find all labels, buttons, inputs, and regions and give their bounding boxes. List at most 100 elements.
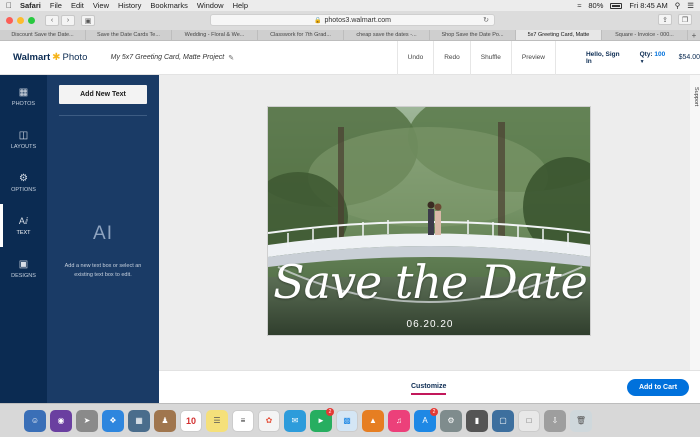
browser-tab[interactable]: Shop Save the Date Po... [430, 30, 516, 40]
shuffle-button[interactable]: Shuffle [469, 40, 511, 75]
support-tab[interactable]: Support [690, 75, 700, 370]
photo-viewer-icon[interactable]: ▦ [128, 409, 150, 432]
browser-tab[interactable]: Square - Invoice - 000... [602, 30, 688, 40]
text-icon: Aⅈ [18, 215, 29, 226]
close-window-button[interactable] [6, 17, 13, 24]
browser-tab[interactable]: Discount Save the Date... [0, 30, 86, 40]
sidebar-item-text[interactable]: Aⅈ TEXT [0, 204, 47, 247]
browser-tab[interactable]: cheap save the dates -... [344, 30, 430, 40]
app-store-badge: 2 [430, 407, 438, 416]
walmart-photo-logo[interactable]: Walmart ✱ Photo [0, 52, 111, 63]
browser-tab-active[interactable]: 5x7 Greeting Card, Matte [516, 30, 602, 40]
spotlight-icon[interactable]: ⚲ [675, 1, 681, 10]
menu-file[interactable]: File [50, 1, 62, 10]
browser-tab[interactable]: Save the Date Cards Te... [86, 30, 172, 40]
preview-icon[interactable]: ▢ [492, 409, 514, 432]
text-panel-hint: Add a new text box or select an existing… [64, 263, 142, 278]
terminal-icon[interactable]: ▮ [466, 409, 488, 432]
sidebar-toggle-icon[interactable]: ▣ [81, 15, 95, 26]
sidebar-item-photos[interactable]: ▦ PHOTOS [0, 75, 47, 118]
preview-button[interactable]: Preview [510, 40, 556, 75]
card-headline[interactable]: Save the Date [268, 255, 590, 309]
address-url: photos3.walmart.com [324, 16, 391, 24]
sidebar-item-label: PHOTOS [11, 100, 36, 107]
menu-app-name[interactable]: Safari [20, 1, 41, 10]
lock-icon: 🔒 [313, 17, 322, 24]
reload-icon[interactable]: ↻ [483, 16, 489, 24]
project-name-text: My 5x7 Greeting Card, Matte Project [110, 54, 225, 61]
menu-edit[interactable]: Edit [71, 1, 84, 10]
greeting-card-preview[interactable]: Save the Date 06.20.20 [267, 106, 591, 336]
menu-history[interactable]: History [118, 1, 141, 10]
spark-icon: ✱ [52, 52, 61, 63]
add-new-text-button[interactable]: Add New Text [59, 85, 147, 104]
redo-button[interactable]: Redo [433, 40, 470, 75]
menu-bookmarks[interactable]: Bookmarks [150, 1, 188, 10]
bottom-bar: Customize Add to Cart [159, 370, 700, 403]
share-icon[interactable]: ⇪ [658, 14, 672, 25]
address-bar[interactable]: 🔒 photos3.walmart.com ↻ [210, 14, 495, 26]
sign-in-link[interactable]: Hello, Sign In [586, 51, 627, 65]
battery-icon[interactable] [610, 2, 623, 9]
messages-badge: 2 [326, 407, 334, 416]
facetime-icon[interactable]: ► 2 [310, 407, 334, 432]
menu-window[interactable]: Window [197, 1, 224, 10]
menu-view[interactable]: View [93, 1, 109, 10]
project-name[interactable]: My 5x7 Greeting Card, Matte Project ✎ [111, 54, 397, 62]
forward-button[interactable]: › [61, 15, 75, 26]
layouts-icon: ◫ [18, 129, 29, 141]
apple-icon[interactable]:  [6, 1, 12, 10]
mac-dock: ☺ ◉ ➤ ❖ ▦ ♟ 10 ☰ ≡ ✿ ✉ ► 2 ▩ ▲ ♫ A2 ⚙ ▮ ▢… [0, 403, 700, 437]
launchpad-icon[interactable]: ➤ [76, 409, 98, 432]
minimize-window-button[interactable] [17, 17, 24, 24]
app-store-icon[interactable]: A2 [414, 407, 438, 432]
undo-button[interactable]: Undo [396, 40, 434, 75]
new-tab-icon[interactable]: + [688, 30, 700, 40]
price-label: $54.00 [678, 54, 700, 61]
quantity-selector[interactable]: Qty: 100 ▼ [640, 51, 672, 65]
numbers-icon[interactable]: ▩ [336, 409, 358, 432]
customize-tab[interactable]: Customize [411, 383, 447, 395]
documents-icon[interactable]: □ [518, 409, 540, 432]
messages-icon[interactable]: ✉ [284, 409, 306, 432]
window-controls [6, 17, 35, 24]
battery-percent: 80% [588, 1, 604, 10]
panel-divider [59, 115, 147, 116]
add-to-cart-button[interactable]: Add to Cart [627, 379, 689, 396]
calendar-icon[interactable]: 10 [180, 409, 202, 432]
sidebar-item-layouts[interactable]: ◫ LAYOUTS [0, 118, 47, 161]
pencil-icon[interactable]: ✎ [228, 54, 234, 62]
sidebar-item-label: TEXT [16, 229, 31, 236]
menu-help[interactable]: Help [233, 1, 248, 10]
browser-tab[interactable]: Wedding - Floral & We... [172, 30, 258, 40]
sidebar-item-designs[interactable]: ▣ DESIGNS [0, 247, 47, 290]
safari-icon[interactable]: ❖ [102, 409, 124, 432]
sidebar-item-label: LAYOUTS [10, 143, 37, 150]
zoom-window-button[interactable] [28, 17, 35, 24]
notes-icon[interactable]: ☰ [206, 409, 228, 432]
back-button[interactable]: ‹ [45, 15, 59, 26]
qty-value: 100 [654, 50, 666, 58]
tabs-overview-icon[interactable]: ❐ [678, 14, 692, 25]
contacts-icon[interactable]: ♟ [154, 409, 176, 432]
wifi-icon[interactable]: ≈ [577, 1, 581, 10]
reminders-icon[interactable]: ≡ [232, 409, 254, 432]
tool-sidebar: ▦ PHOTOS ◫ LAYOUTS ⚙ OPTIONS Aⅈ TEXT ▣ D… [0, 75, 47, 403]
card-date[interactable]: 06.20.20 [268, 319, 590, 330]
gear-icon: ⚙ [19, 172, 28, 184]
photos-app-icon[interactable]: ✿ [258, 409, 280, 432]
system-preferences-icon[interactable]: ⚙ [440, 409, 462, 432]
finder-icon[interactable]: ☺ [24, 409, 46, 432]
browser-tab[interactable]: Classwork for 7th Grad... [258, 30, 344, 40]
brand-name: Walmart [13, 52, 51, 63]
chevron-down-icon: ▼ [639, 58, 645, 65]
menu-clock[interactable]: Fri 8:45 AM [629, 1, 667, 10]
trash-icon[interactable]: 🗑 [570, 409, 592, 432]
music-icon[interactable]: ♫ [388, 409, 410, 432]
sidebar-item-options[interactable]: ⚙ OPTIONS [0, 161, 47, 204]
siri-icon[interactable]: ◉ [50, 409, 72, 432]
sidebar-item-label: DESIGNS [11, 272, 36, 279]
keynote-icon[interactable]: ▲ [362, 409, 384, 432]
notification-center-icon[interactable]: ☰ [687, 1, 694, 10]
downloads-icon[interactable]: ⇩ [544, 409, 566, 432]
